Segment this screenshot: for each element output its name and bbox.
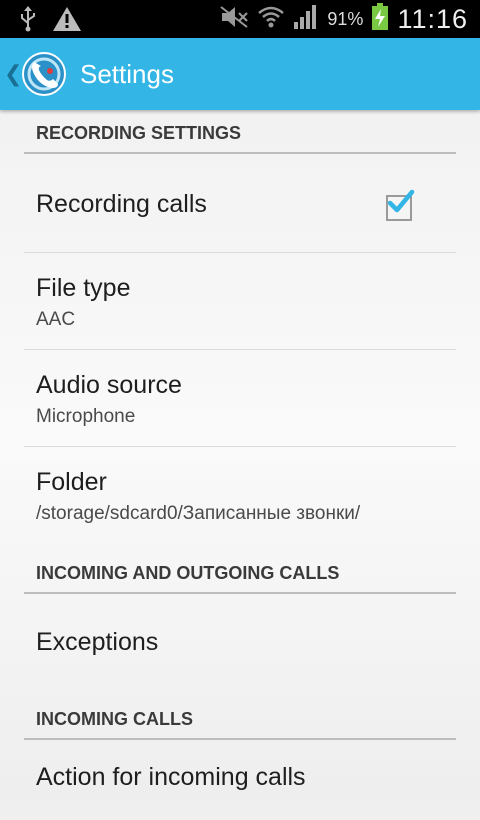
item-summary: /storage/sdcard0/Записанные звонки/: [36, 503, 361, 524]
item-title: Audio source: [36, 371, 182, 399]
battery-charging-icon: [371, 2, 389, 36]
recording-calls-item[interactable]: Recording calls: [24, 154, 456, 253]
app-phone-icon[interactable]: [20, 50, 68, 98]
clock: 11:16: [397, 3, 468, 34]
section-header-recording-settings: RECORDING SETTINGS: [24, 110, 456, 154]
action-bar: ❮ Settings: [0, 38, 480, 110]
page-title: Settings: [80, 58, 174, 89]
item-summary: Microphone: [36, 406, 136, 427]
status-bar: 91% 11:16: [0, 0, 480, 38]
checkmark-icon: [387, 189, 415, 213]
wifi-icon: [257, 4, 285, 35]
usb-icon: [18, 6, 38, 37]
audio-source-item[interactable]: Audio source Microphone: [24, 350, 456, 447]
recording-calls-checkbox[interactable]: [386, 189, 415, 221]
item-title: File type: [36, 274, 131, 302]
mute-icon: [219, 5, 249, 34]
action-incoming-calls-item[interactable]: Action for incoming calls: [24, 740, 456, 820]
item-title: Action for incoming calls: [36, 763, 306, 791]
signal-icon: [293, 4, 319, 35]
warning-icon: [52, 6, 82, 37]
back-chevron-icon[interactable]: ❮: [4, 61, 22, 87]
section-header-incoming-calls: INCOMING CALLS: [24, 696, 456, 740]
item-title: Exceptions: [36, 628, 159, 656]
section-header-incoming-outgoing: INCOMING AND OUTGOING CALLS: [24, 550, 456, 594]
exceptions-item[interactable]: Exceptions: [24, 594, 456, 696]
battery-percent: 91%: [327, 8, 364, 29]
item-summary: AAC: [36, 309, 76, 330]
item-title: Folder: [36, 468, 107, 496]
file-type-item[interactable]: File type AAC: [24, 253, 456, 350]
settings-list: RECORDING SETTINGS Recording calls File …: [0, 110, 480, 820]
folder-item[interactable]: Folder /storage/sdcard0/Записанные звонк…: [24, 447, 456, 550]
